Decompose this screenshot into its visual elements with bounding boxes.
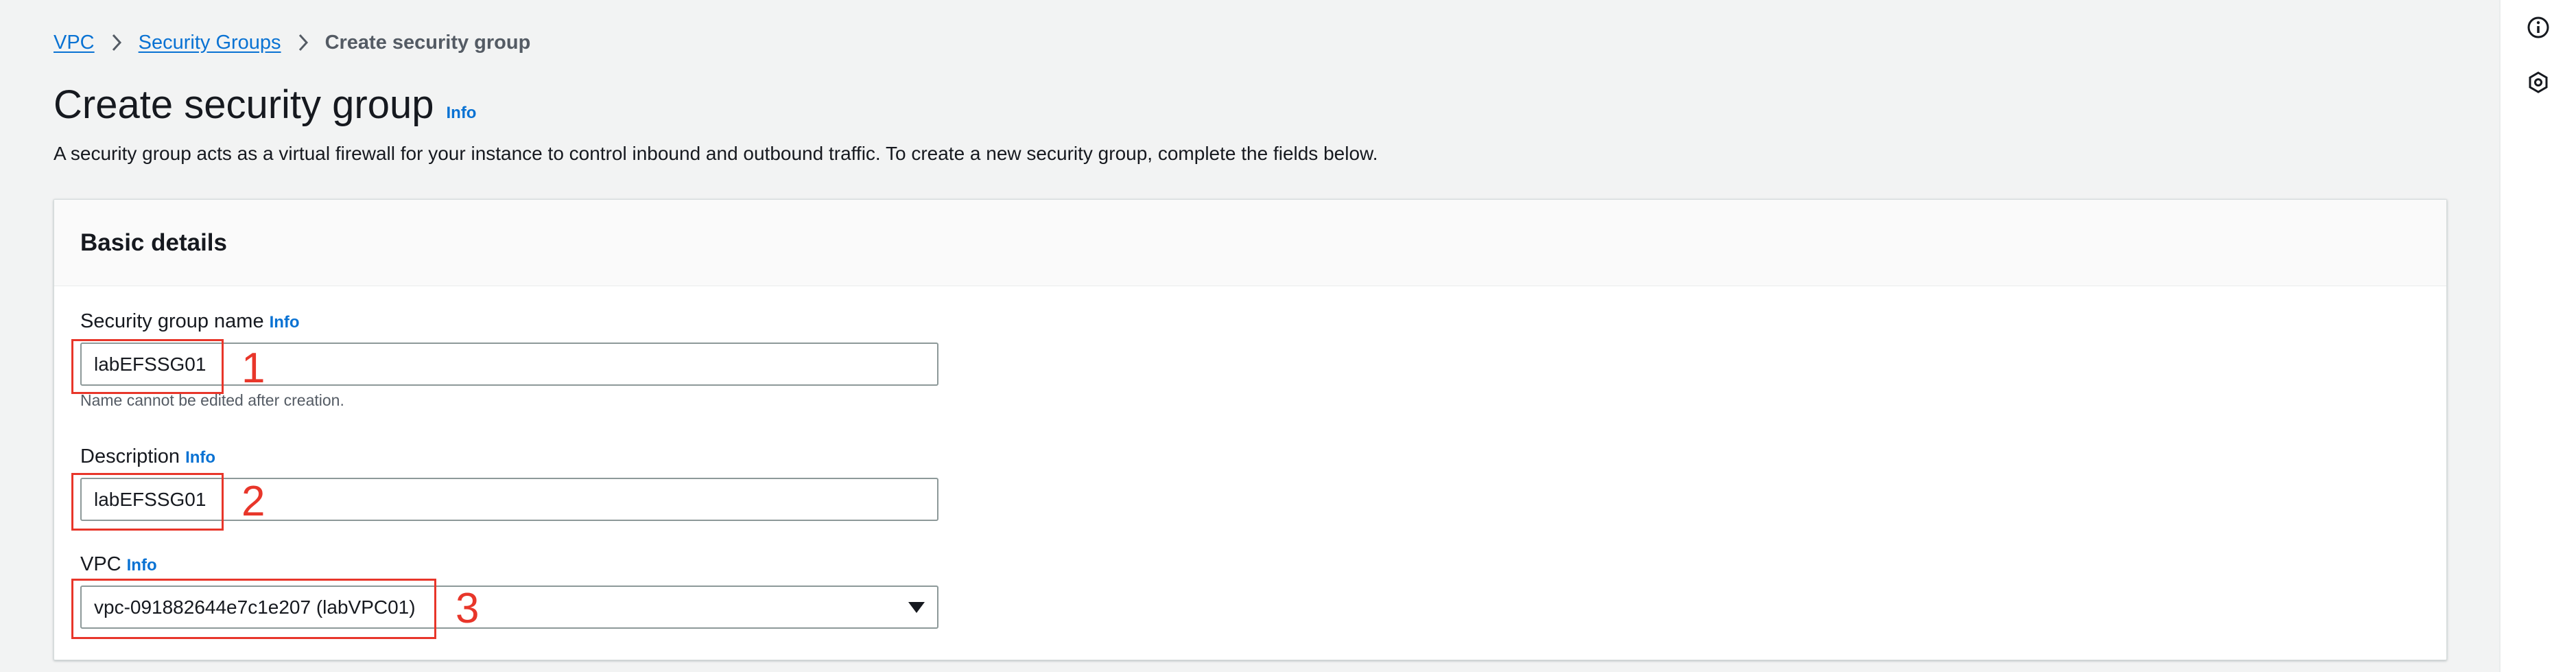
chevron-right-icon [111,34,122,51]
basic-details-title: Basic details [80,229,227,256]
settings-hexagon-icon[interactable] [2525,69,2552,96]
annotation-box-1 [71,339,224,394]
annotation-box-2 [71,473,224,531]
description-label-row: Description Info [80,445,938,468]
page-info-link[interactable]: Info [446,104,476,123]
breadcrumb-current: Create security group [324,31,531,54]
annotation-number-1: 1 [241,345,265,392]
annotation-number-2: 2 [241,478,265,525]
security-group-name-info-link[interactable]: Info [270,313,300,332]
vpc-info-link[interactable]: Info [127,556,157,575]
vpc-label-row: VPC Info [80,553,938,576]
security-group-name-label: Security group name [80,310,264,332]
page-title: Create security group [54,82,434,127]
breadcrumb-vpc-link[interactable]: VPC [54,32,95,54]
annotation-box-3 [71,579,436,639]
page-header: Create security group Info [54,85,476,125]
security-group-name-label-row: Security group name Info [80,310,938,333]
breadcrumb-security-groups-link[interactable]: Security Groups [139,32,281,54]
annotation-number-3: 3 [456,585,480,632]
right-tools-rail [2499,0,2576,672]
basic-details-header: Basic details [54,200,2446,286]
description-info-link[interactable]: Info [185,448,215,467]
page-description: A security group acts as a virtual firew… [54,143,1378,164]
vpc-label: VPC [80,553,121,575]
breadcrumb: VPC Security Groups Create security grou… [54,29,530,56]
security-group-name-constraint: Name cannot be edited after creation. [80,391,344,409]
description-label: Description [80,445,180,467]
info-icon[interactable] [2525,14,2552,41]
caret-down-icon [908,601,925,613]
chevron-right-icon [298,34,309,51]
